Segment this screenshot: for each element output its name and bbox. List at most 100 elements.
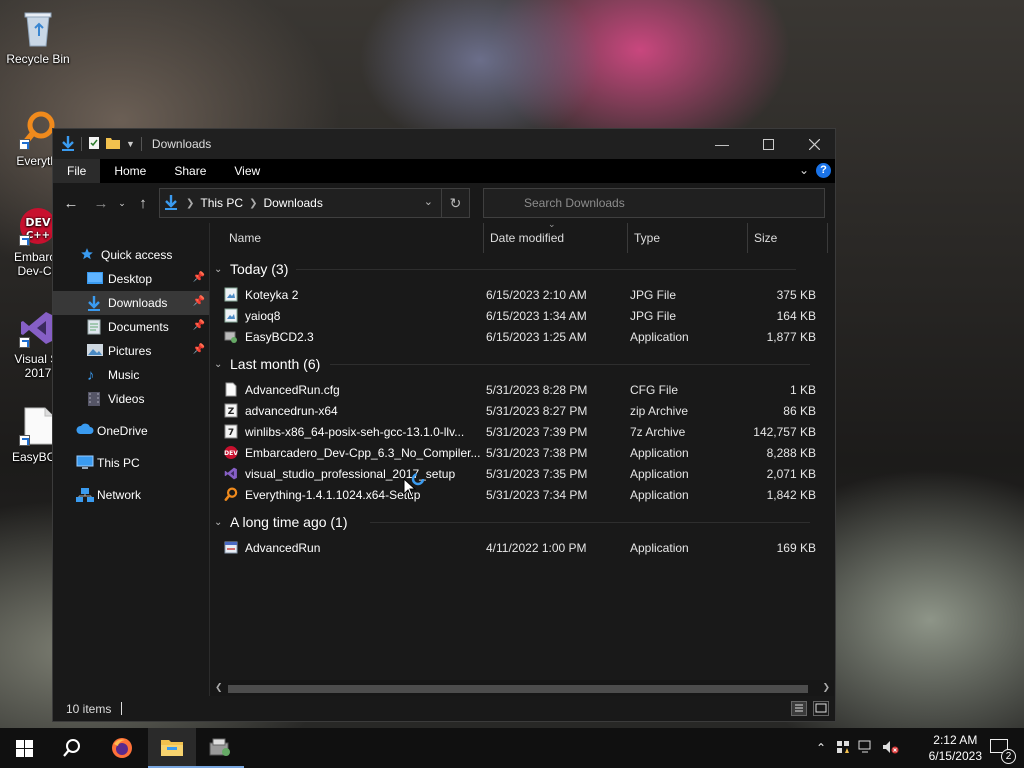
quick-access-toolbar-dropdown-icon[interactable]: ▼ <box>126 139 135 149</box>
sidebar-item-network[interactable]: Network <box>53 483 209 507</box>
archive-icon: Z <box>224 403 238 418</box>
network-tray-icon[interactable] <box>858 740 874 757</box>
column-header-size[interactable]: Size <box>748 223 828 253</box>
sidebar-item-videos[interactable]: Videos <box>53 387 209 411</box>
file-row[interactable]: DEV Embarcadero_Dev-Cpp_6.3_No_Compiler.… <box>224 442 822 463</box>
chevron-down-icon: ⌄ <box>214 516 223 528</box>
breadcrumb-this-pc[interactable]: This PC <box>200 196 243 210</box>
archive-icon: 7 <box>224 424 238 439</box>
file-size: 2,071 KB <box>766 466 816 481</box>
group-header-today[interactable]: ⌄ Today (3) <box>214 258 796 280</box>
group-label: A long time ago (1) <box>230 514 348 530</box>
column-header-name[interactable]: Name <box>223 223 484 253</box>
taskbar-file-explorer[interactable] <box>148 728 196 768</box>
divider <box>330 364 810 365</box>
title-bar[interactable]: ▼ Downloads — <box>53 129 835 159</box>
file-row[interactable]: Z advancedrun-x64 5/31/2023 8:27 PM zip … <box>224 400 822 421</box>
file-name: AdvancedRun <box>245 540 321 555</box>
details-view-button[interactable] <box>791 701 807 716</box>
sidebar-item-pictures[interactable]: Pictures 📌 <box>53 339 209 363</box>
scroll-left-icon[interactable]: ❮ <box>215 682 223 693</box>
maximize-button[interactable] <box>745 129 791 159</box>
group-header-long-time-ago[interactable]: ⌄ A long time ago (1) <box>214 511 810 533</box>
scroll-right-icon[interactable]: ❯ <box>822 682 830 693</box>
forward-button[interactable]: → <box>89 195 113 212</box>
tab-home[interactable]: Home <box>100 159 160 183</box>
column-header-date-modified[interactable]: Date modified <box>484 223 628 253</box>
large-icons-view-button[interactable] <box>813 701 829 716</box>
sidebar-item-label: Videos <box>108 392 145 406</box>
explorer-body: Quick access Desktop 📌 Downloads 📌 Docum… <box>53 219 835 698</box>
file-type: 7z Archive <box>630 424 686 439</box>
visual-studio-icon <box>224 466 238 481</box>
properties-icon[interactable] <box>88 136 100 153</box>
back-button[interactable]: ← <box>59 195 83 212</box>
close-button[interactable] <box>791 129 837 159</box>
folder-icon <box>161 740 183 756</box>
tab-view[interactable]: View <box>220 159 274 183</box>
file-row[interactable]: 7 winlibs-x86_64-posix-seh-gcc-13.1.0-ll… <box>224 421 822 442</box>
file-date: 6/15/2023 1:34 AM <box>486 308 587 323</box>
navigation-bar: ← → ⌄ ↑ ❯ This PC ❯ Downloads ⌄ ↻ ⚲ <box>53 183 835 223</box>
file-row[interactable]: Everything-1.4.1.1024.x64-Setup 5/31/202… <box>224 484 822 505</box>
file-row[interactable]: Koteyka 2 6/15/2023 2:10 AM JPG File 375… <box>224 284 822 305</box>
sidebar-item-quick-access[interactable]: Quick access <box>53 243 209 267</box>
sidebar-item-desktop[interactable]: Desktop 📌 <box>53 267 209 291</box>
sidebar-item-downloads[interactable]: Downloads 📌 <box>53 291 209 315</box>
new-folder-icon[interactable] <box>106 136 120 153</box>
group-header-last-month[interactable]: ⌄ Last month (6) <box>214 353 810 375</box>
breadcrumb-downloads[interactable]: Downloads <box>263 196 322 210</box>
tab-file[interactable]: File <box>53 159 101 183</box>
image-file-icon <box>224 308 238 323</box>
security-icon[interactable] <box>836 740 850 757</box>
installer-icon <box>209 738 230 756</box>
sidebar-item-music[interactable]: ♪ Music <box>53 363 209 387</box>
desktop-icon-recycle-bin[interactable]: Recycle Bin <box>0 8 76 66</box>
shortcut-arrow-icon <box>19 139 30 150</box>
recent-locations-dropdown[interactable]: ⌄ <box>113 198 131 209</box>
sidebar-item-this-pc[interactable]: This PC <box>53 451 209 475</box>
help-icon[interactable]: ? <box>816 163 831 178</box>
file-type: Application <box>630 445 689 460</box>
address-bar[interactable]: ❯ This PC ❯ Downloads ⌄ ↻ <box>159 188 470 218</box>
file-row[interactable]: AdvancedRun 4/11/2022 1:00 PM Applicatio… <box>224 537 822 558</box>
address-dropdown-icon[interactable]: ⌄ <box>424 195 433 208</box>
sidebar-item-onedrive[interactable]: OneDrive <box>53 419 209 443</box>
file-list[interactable]: ⌄ Name Date modified Type Size ⌄ Today (… <box>210 219 835 698</box>
tab-share[interactable]: Share <box>160 159 220 183</box>
status-bar: 10 items <box>53 696 835 721</box>
installer-icon <box>224 329 238 344</box>
system-tray: ⌃ <box>816 728 900 768</box>
file-size: 164 KB <box>776 308 816 323</box>
window-title: Downloads <box>151 137 212 151</box>
search-button[interactable] <box>48 728 96 768</box>
refresh-icon[interactable]: ↻ <box>441 189 469 217</box>
cloud-icon <box>76 423 94 439</box>
pin-icon: 📌 <box>192 344 205 355</box>
volume-muted-icon[interactable] <box>882 740 900 757</box>
file-name: Everything-1.4.1.1024.x64-Setup <box>245 487 421 502</box>
sidebar-item-documents[interactable]: Documents 📌 <box>53 315 209 339</box>
dev-cpp-icon: DEV <box>224 445 238 460</box>
expand-ribbon-icon[interactable]: ⌄ <box>799 163 809 177</box>
file-size: 169 KB <box>776 540 816 555</box>
chevron-down-icon: ⌄ <box>214 358 223 370</box>
taskbar-firefox[interactable] <box>98 728 146 768</box>
minimize-button[interactable]: — <box>699 129 745 159</box>
search-input[interactable] <box>483 188 825 218</box>
scrollbar-thumb[interactable] <box>228 685 808 693</box>
start-button[interactable] <box>0 728 48 768</box>
clock[interactable]: 2:12 AM 6/15/2023 <box>929 732 982 764</box>
show-hidden-icons-icon[interactable]: ⌃ <box>816 741 826 755</box>
file-row[interactable]: AdvancedRun.cfg 5/31/2023 8:28 PM CFG Fi… <box>224 379 822 400</box>
file-row[interactable]: yaioq8 6/15/2023 1:34 AM JPG File 164 KB <box>224 305 822 326</box>
column-header-type[interactable]: Type <box>628 223 748 253</box>
file-type: CFG File <box>630 382 678 397</box>
shortcut-arrow-icon <box>19 435 30 446</box>
up-button[interactable]: ↑ <box>131 195 155 212</box>
file-row[interactable]: EasyBCD2.3 6/15/2023 1:25 AM Application… <box>224 326 822 347</box>
file-name: EasyBCD2.3 <box>245 329 314 344</box>
file-row[interactable]: visual_studio_professional_2017_setup 5/… <box>224 463 822 484</box>
explorer-window[interactable]: ▼ Downloads — File Home Share View ⌄ ? ←… <box>52 128 836 722</box>
taskbar-installer[interactable] <box>196 728 244 768</box>
